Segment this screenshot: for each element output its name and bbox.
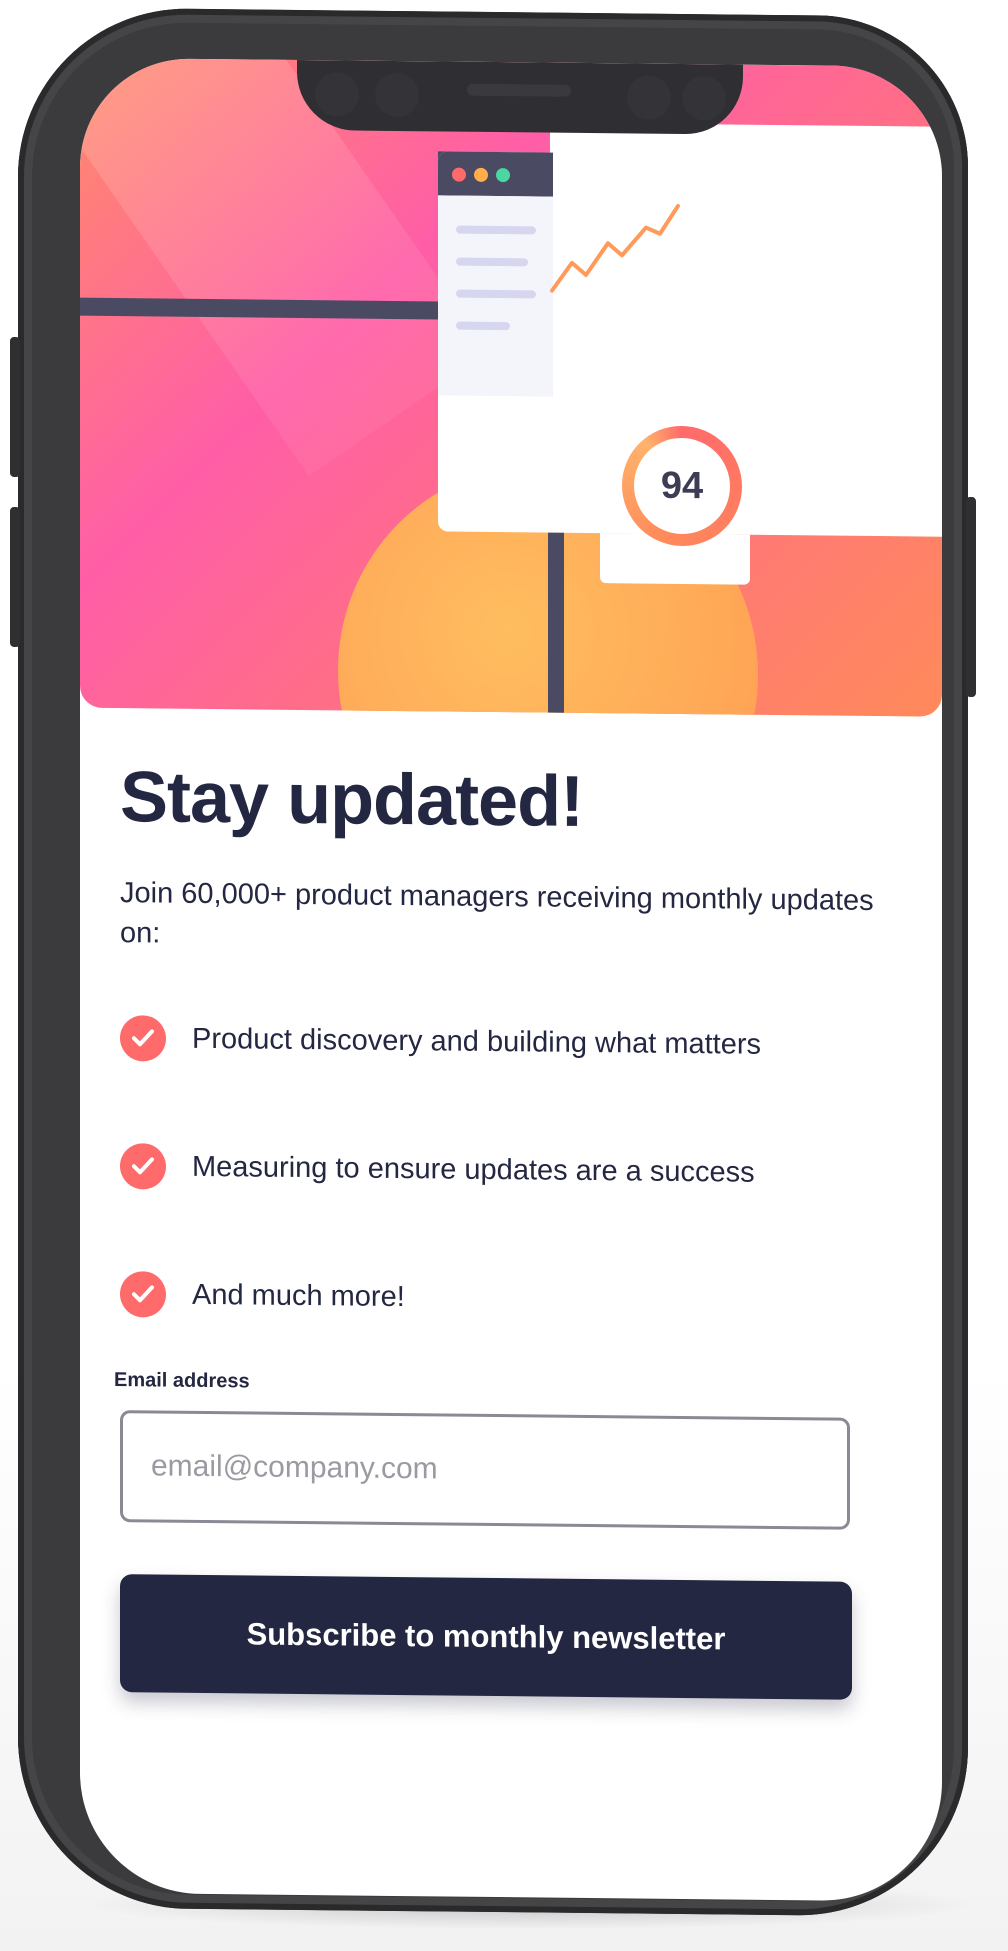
window-maximize-dot bbox=[496, 168, 510, 183]
score-gauge: 94 bbox=[622, 425, 742, 547]
page-title: Stay updated! bbox=[120, 757, 584, 842]
list-item: And much more! bbox=[120, 1265, 910, 1331]
window-close-dot bbox=[452, 167, 466, 182]
signup-content: Stay updated! Join 60,000+ product manag… bbox=[114, 757, 910, 1700]
list-item: Product discovery and building what matt… bbox=[120, 1009, 910, 1075]
score-value: 94 bbox=[634, 437, 730, 535]
check-icon bbox=[120, 1271, 166, 1318]
window-sidebar bbox=[438, 195, 553, 397]
camera-icon bbox=[315, 72, 359, 117]
subscribe-button[interactable]: Subscribe to monthly newsletter bbox=[120, 1574, 852, 1700]
shelf-stripe bbox=[80, 297, 440, 320]
sensor-icon bbox=[682, 75, 726, 121]
sensor-icon bbox=[627, 75, 671, 120]
list-item: Measuring to ensure updates are a succes… bbox=[120, 1137, 910, 1203]
page-subtitle: Join 60,000+ product managers receiving … bbox=[120, 877, 874, 950]
sidebar-line bbox=[456, 225, 536, 235]
feature-list: Product discovery and building what matt… bbox=[120, 1009, 910, 1331]
window-titlebar bbox=[438, 151, 553, 197]
sensor-icon bbox=[375, 72, 419, 118]
volume-button bbox=[10, 336, 20, 478]
email-label: Email address bbox=[114, 1369, 250, 1393]
check-icon bbox=[120, 1015, 166, 1062]
speaker-grille bbox=[467, 83, 571, 97]
camera-notch bbox=[297, 59, 743, 135]
feature-text: And much more! bbox=[192, 1278, 405, 1313]
feature-text: Measuring to ensure updates are a succes… bbox=[192, 1150, 755, 1189]
browser-window bbox=[438, 151, 553, 533]
stand-post bbox=[548, 532, 564, 717]
trend-line-icon bbox=[550, 203, 680, 293]
sidebar-line bbox=[456, 321, 510, 331]
feature-text: Product discovery and building what matt… bbox=[192, 1022, 762, 1061]
phone-screen: 94 Stay updated! Join 60,000+ product ma… bbox=[80, 57, 942, 1902]
stage: 94 Stay updated! Join 60,000+ product ma… bbox=[0, 0, 1008, 1951]
hero-illustration: 94 bbox=[80, 57, 942, 717]
check-icon bbox=[120, 1143, 166, 1190]
volume-button bbox=[10, 506, 20, 648]
phone-frame: 94 Stay updated! Join 60,000+ product ma… bbox=[10, 7, 976, 1917]
window-minimize-dot bbox=[474, 167, 488, 182]
sidebar-line bbox=[456, 257, 528, 267]
sidebar-line bbox=[456, 289, 536, 299]
power-button bbox=[966, 496, 976, 698]
email-field[interactable] bbox=[120, 1410, 850, 1530]
